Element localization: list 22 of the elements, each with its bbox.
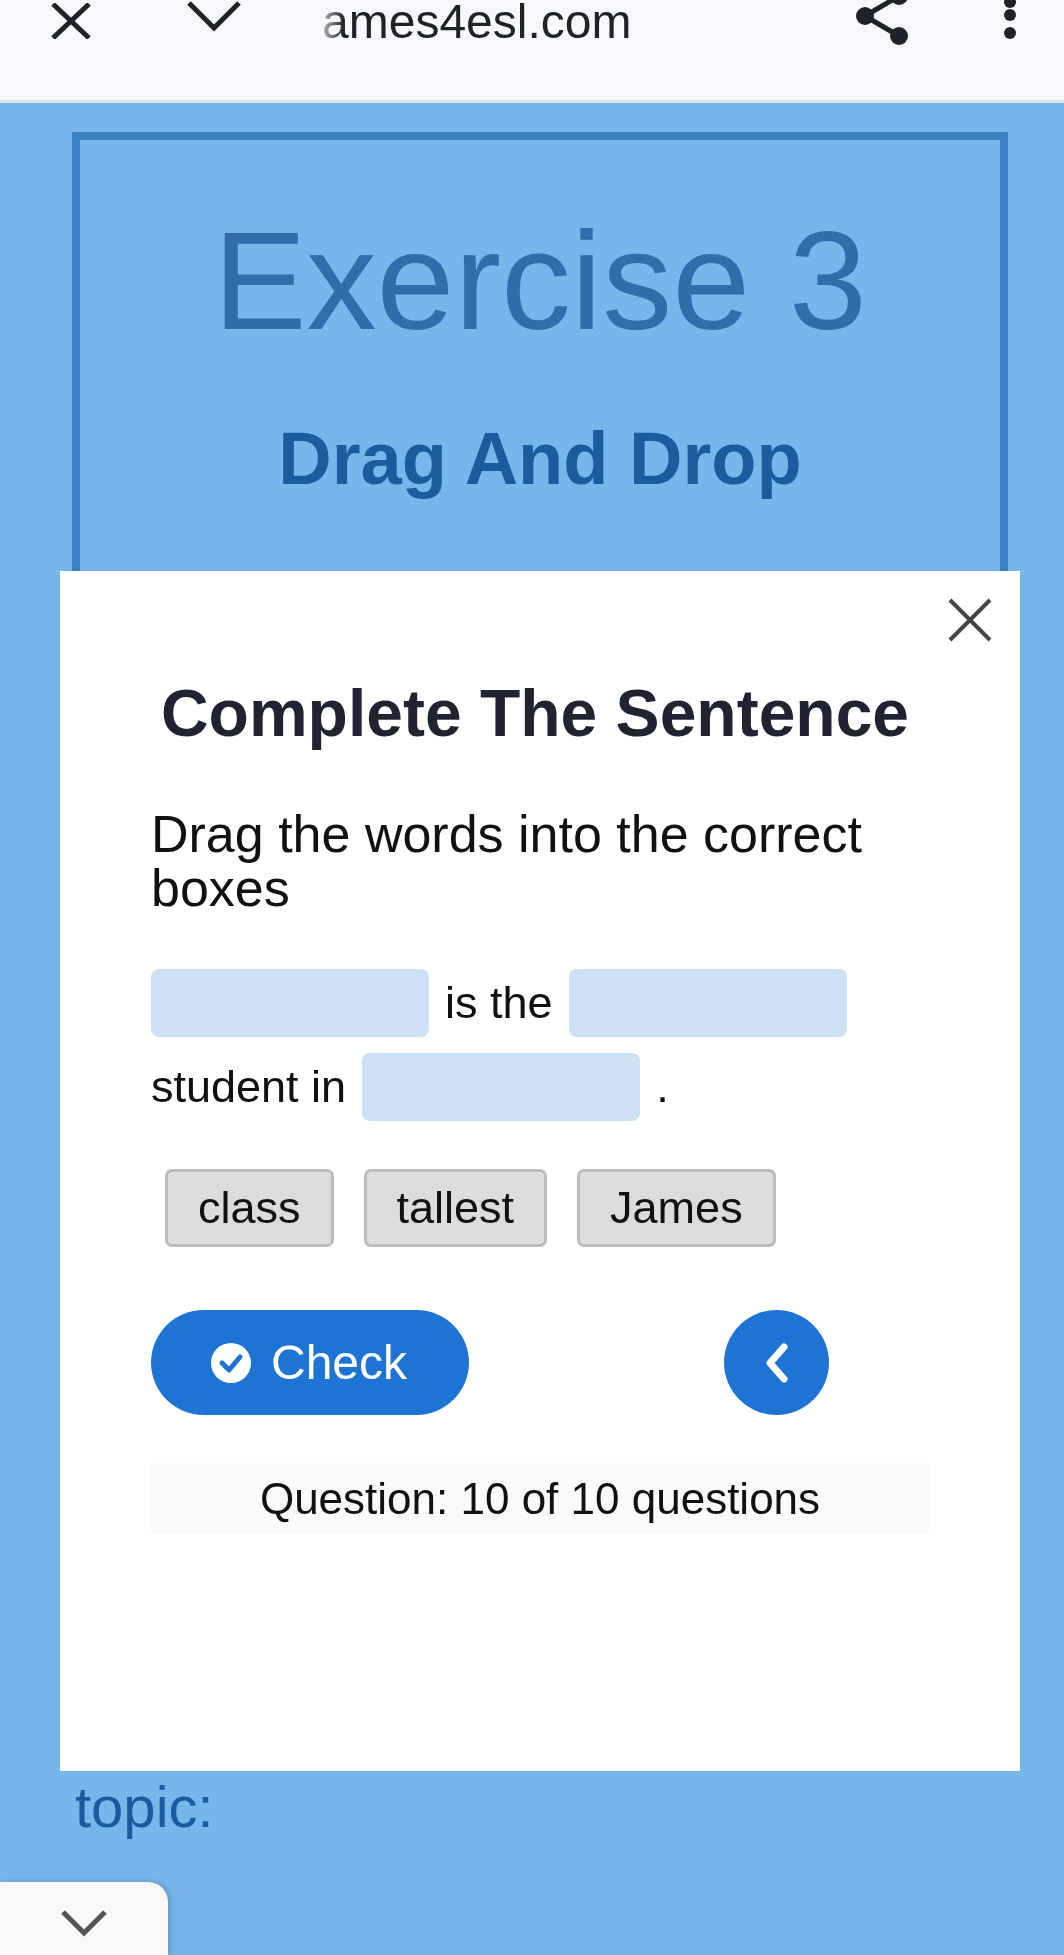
close-icon[interactable] <box>948 598 992 642</box>
word-tile[interactable]: James <box>577 1169 776 1247</box>
exercise-subtitle: Drag And Drop <box>278 416 802 501</box>
close-icon[interactable] <box>50 3 92 39</box>
check-button[interactable]: Check <box>151 1310 469 1415</box>
word-tile[interactable]: tallest <box>363 1169 548 1247</box>
modal-title: Complete The Sentence <box>159 675 911 751</box>
check-circle-icon <box>211 1342 251 1383</box>
sentence-text: . <box>656 1061 669 1113</box>
share-icon[interactable] <box>855 0 911 46</box>
word-tile[interactable]: class <box>165 1169 334 1247</box>
chevron-down-icon[interactable] <box>186 0 242 32</box>
collapse-tab[interactable] <box>0 1882 168 1955</box>
sentence-text: is the <box>445 977 553 1029</box>
chevron-down-icon <box>61 1910 107 1937</box>
instruction-text: Drag the words into the correct boxes <box>151 807 863 915</box>
question-counter: Question: 10 of 10 questions <box>151 1463 929 1534</box>
more-menu-icon[interactable] <box>1002 0 1018 40</box>
sentence-text: student in <box>151 1061 347 1113</box>
chevron-left-icon <box>765 1342 788 1383</box>
url-text[interactable]: ames4esl.com <box>322 0 632 49</box>
exercise-title: Exercise 3 <box>213 204 867 358</box>
